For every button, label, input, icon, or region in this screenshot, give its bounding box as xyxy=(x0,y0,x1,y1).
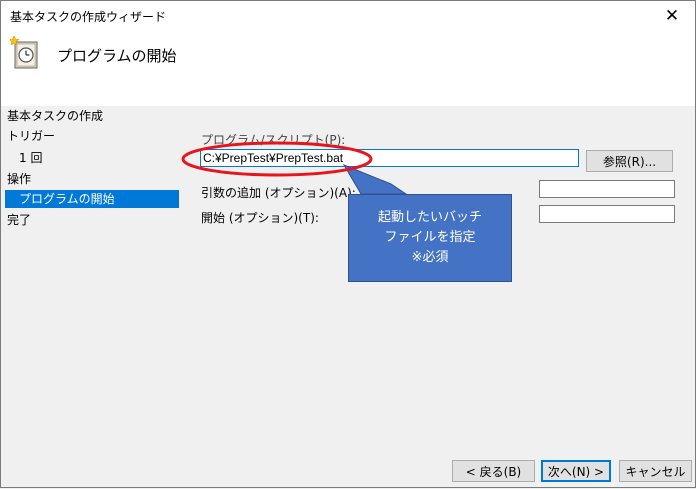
callout-line-1: 起動したいバッチ xyxy=(377,210,482,225)
nav-step-trigger[interactable]: トリガー xyxy=(7,127,55,145)
next-button[interactable]: 次へ(N) > xyxy=(541,460,611,482)
wizard-steps-nav: 基本タスクの作成 トリガー 1 回 操作 プログラムの開始 完了 xyxy=(1,106,186,436)
nav-step-once[interactable]: 1 回 xyxy=(19,149,42,167)
program-script-label: プログラム/スクリプト(P): xyxy=(201,133,346,147)
arguments-input[interactable] xyxy=(539,180,675,198)
nav-step-finish[interactable]: 完了 xyxy=(7,211,31,229)
task-scheduler-clock-icon xyxy=(10,36,38,69)
title-bar: 基本タスクの作成ウィザード ✕ xyxy=(1,1,695,31)
wizard-header: プログラムの開始 xyxy=(1,31,695,106)
back-button[interactable]: < 戻る(B) xyxy=(452,460,535,482)
browse-button[interactable]: 参照(R)... xyxy=(586,150,673,172)
nav-step-create-basic-task[interactable]: 基本タスクの作成 xyxy=(7,107,103,125)
nav-step-start-program[interactable]: プログラムの開始 xyxy=(5,190,179,208)
arguments-label: 引数の追加 (オプション)(A): xyxy=(201,186,356,200)
annotation-callout: 起動したいバッチ ファイルを指定 ※必須 xyxy=(348,194,512,282)
start-in-label: 開始 (オプション)(T): xyxy=(201,211,319,225)
close-button[interactable]: ✕ xyxy=(649,1,695,31)
window-title: 基本タスクの作成ウィザード xyxy=(10,10,167,24)
page-title: プログラムの開始 xyxy=(57,47,177,65)
callout-line-2: ファイルを指定 xyxy=(384,230,476,245)
callout-line-3: ※必須 xyxy=(411,250,449,265)
cancel-button[interactable]: キャンセル xyxy=(619,460,692,482)
nav-step-action[interactable]: 操作 xyxy=(7,170,31,188)
program-script-input[interactable]: C:¥PrepTest¥PrepTest.bat xyxy=(200,149,579,167)
start-in-input[interactable] xyxy=(539,205,675,223)
wizard-window: 基本タスクの作成ウィザード ✕ プログラムの開始 基本タスクの作成 トリガー 1… xyxy=(0,0,696,488)
